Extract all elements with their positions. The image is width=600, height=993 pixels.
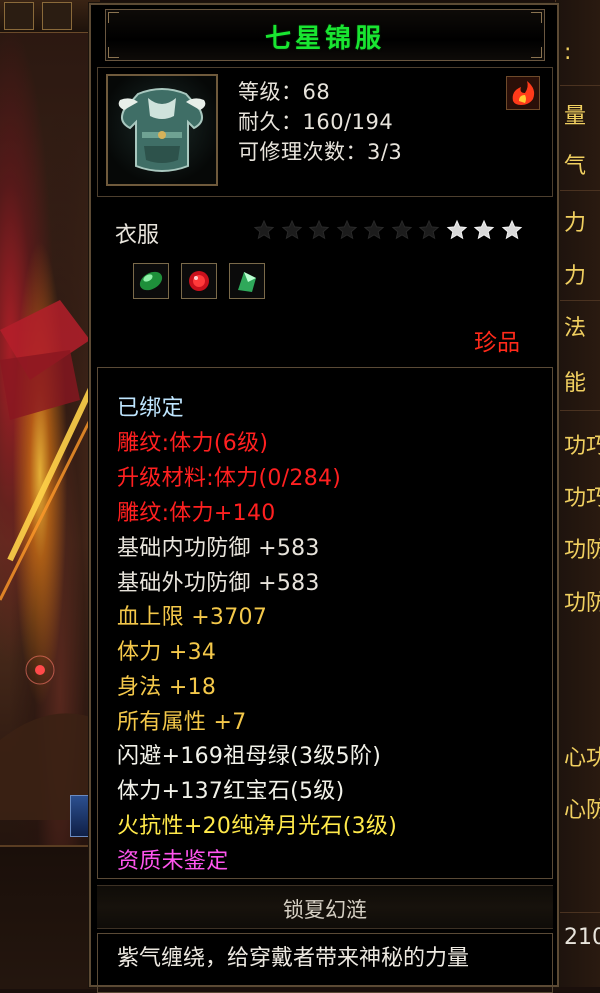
game-scene-background	[0, 0, 100, 989]
item-repair-count: 可修理次数：3/3	[238, 140, 403, 164]
item-tooltip: 七星锦服 等级：68 耐久：160/194 可修理次数：3/3 衣服 珍品 已绑…	[89, 3, 559, 993]
row-divider	[556, 410, 600, 411]
item-durability: 耐久：160/194	[238, 110, 394, 134]
bottom-panel-strip	[0, 845, 100, 989]
property-line: 雕纹:体力(6级)	[117, 431, 269, 456]
stat-label: 力	[564, 211, 587, 236]
flame-badge-icon	[506, 76, 540, 110]
character-sword-art	[0, 300, 100, 820]
stat-label: 功巧	[564, 486, 600, 511]
stat-label: 心功	[564, 746, 600, 771]
emerald-gem-icon[interactable]	[133, 263, 169, 299]
enhance-stars	[253, 217, 522, 243]
rarity-label: 珍品	[474, 330, 520, 356]
stat-label: 能	[564, 371, 587, 396]
title-bar: 七星锦服	[105, 9, 545, 61]
star-filled-icon	[446, 219, 467, 240]
item-description: 紫气缠绕，给穿戴者带来神秘的力量	[117, 946, 470, 971]
property-line: 血上限 +3707	[117, 605, 268, 630]
property-line: 火抗性+20纯净月光石(3级)	[117, 814, 398, 839]
property-line: 闪避+169祖母绿(3级5阶)	[117, 744, 382, 769]
row-divider	[556, 85, 600, 86]
ruby-gem-icon[interactable]	[181, 263, 217, 299]
stat-label: 力	[564, 264, 587, 289]
row-divider	[556, 912, 600, 913]
property-line: 升级材料:体力(0/284)	[117, 466, 342, 491]
item-name: 七星锦服	[264, 24, 385, 54]
item-description-box: 紫气缠绕，给穿戴者带来神秘的力量	[97, 933, 553, 993]
item-level: 等级：68	[238, 80, 331, 104]
stat-label: 功防	[564, 538, 600, 563]
star-empty-icon	[391, 219, 412, 240]
stat-label: 功防	[564, 591, 600, 616]
star-empty-icon	[308, 219, 330, 240]
property-line: 体力 +34	[117, 640, 217, 665]
row-divider	[556, 300, 600, 301]
character-stats-panel: : 量 气 力 力 法 能 功巧 功巧 功防 功防 心功 心防 210	[555, 0, 600, 987]
stat-value: 210	[564, 925, 600, 950]
stat-label: 心防	[564, 798, 600, 823]
star-empty-icon	[336, 219, 357, 240]
item-type: 衣服	[115, 223, 160, 248]
armor-icon	[106, 74, 218, 186]
item-header: 等级：68 耐久：160/194 可修理次数：3/3	[97, 67, 553, 197]
stat-label: 气	[564, 154, 587, 179]
property-line: 已绑定	[117, 396, 184, 421]
set-name: 锁夏幻涟	[283, 898, 367, 922]
property-line: 资质未鉴定	[117, 849, 229, 874]
property-line: 基础外功防御 +583	[117, 571, 320, 596]
property-line: 身法 +18	[117, 675, 217, 700]
moonstone-gem-icon[interactable]	[229, 263, 265, 299]
star-filled-icon	[501, 219, 522, 240]
stat-label: :	[564, 40, 572, 65]
row-divider	[556, 190, 600, 191]
star-filled-icon	[473, 219, 495, 240]
property-line: 所有属性 +7	[117, 710, 247, 735]
set-name-bar: 锁夏幻涟	[97, 885, 553, 929]
property-line: 体力+137红宝石(5级)	[117, 779, 345, 804]
star-empty-icon	[253, 219, 275, 240]
item-properties: 已绑定 雕纹:体力(6级) 升级材料:体力(0/284) 雕纹:体力+140 基…	[97, 367, 553, 879]
stat-label: 法	[564, 316, 587, 341]
star-empty-icon	[363, 219, 385, 240]
property-line: 基础内功防御 +583	[117, 536, 320, 561]
star-empty-icon	[281, 219, 302, 240]
property-line: 雕纹:体力+140	[117, 501, 276, 526]
stat-label: 功巧	[564, 434, 600, 459]
star-empty-icon	[418, 219, 440, 240]
stat-label: 量	[564, 104, 587, 129]
